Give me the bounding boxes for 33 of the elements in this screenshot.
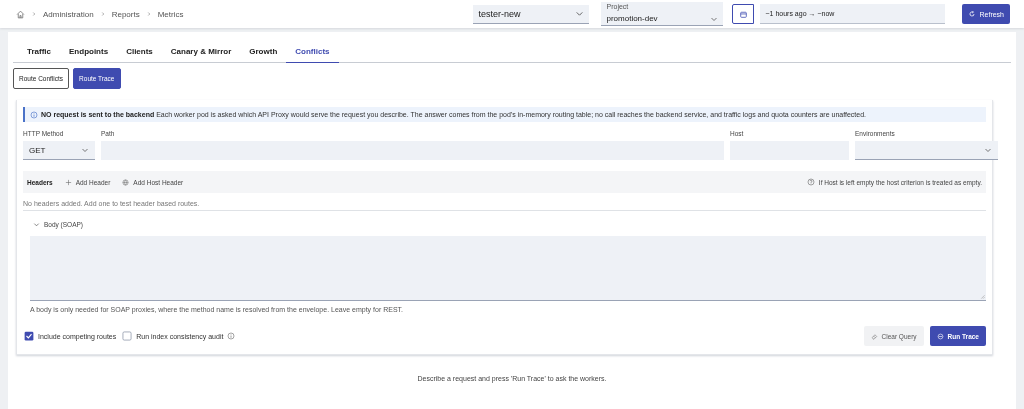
chevron-down-icon [710,15,719,23]
chevron-down-icon [81,146,89,155]
breadcrumb-link[interactable]: Reports [111,9,140,19]
refresh-icon [968,10,977,18]
chevron-down-icon [984,146,992,155]
eraser-icon [870,332,878,340]
calendar-button[interactable] [732,4,755,24]
resize-grip-icon [979,293,985,299]
calendar-icon [739,9,748,19]
plus-icon [64,178,72,186]
chevron-down-icon [33,221,40,229]
select-field[interactable] [855,141,998,161]
chevron-icon [31,11,37,17]
breadcrumb-link[interactable]: Administration [43,9,94,19]
globe-icon [122,178,130,186]
tab[interactable]: Endpoints [60,45,118,63]
checkbox[interactable] [24,331,34,341]
tab[interactable]: Conflicts [286,45,339,63]
breadcrumb-link[interactable]: Metrics [157,9,184,19]
tab[interactable]: Traffic [18,45,60,63]
tab[interactable]: Clients [117,45,162,63]
home-icon[interactable] [16,9,25,19]
checkbox[interactable] [122,331,133,341]
chevron-icon [145,11,152,17]
scan-icon [936,332,944,340]
chevron-icon [99,11,106,17]
help-icon [806,178,815,187]
tab[interactable]: Canary & Mirror [161,45,241,63]
info-icon [30,110,38,119]
tab[interactable]: Growth [240,45,287,63]
select-field[interactable]: GET [23,141,95,161]
workspace-select[interactable]: tester-new [473,4,590,24]
chevron-down-icon [575,9,585,18]
